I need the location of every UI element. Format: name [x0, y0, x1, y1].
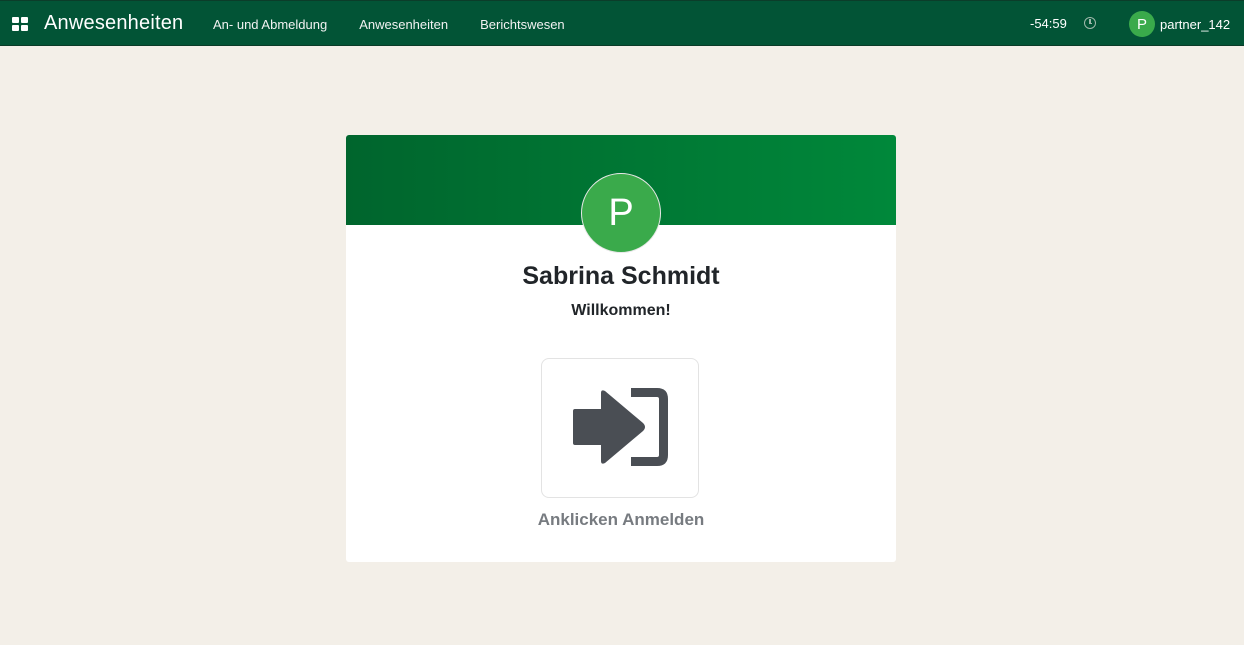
main-menu: An- und Abmeldung Anwesenheiten Berichts…: [197, 1, 581, 47]
menu-item-berichtswesen[interactable]: Berichtswesen: [464, 17, 581, 32]
welcome-message: Willkommen!: [571, 302, 671, 319]
clock-icon[interactable]: [1084, 17, 1096, 29]
attendance-card: P Sabrina Schmidt Willkommen! Anklicken …: [346, 135, 896, 562]
apps-grid-icon[interactable]: [12, 17, 28, 31]
menu-item-anwesenheiten[interactable]: Anwesenheiten: [343, 17, 464, 32]
check-in-button[interactable]: [541, 358, 699, 498]
employee-name: Sabrina Schmidt: [522, 262, 720, 290]
user-avatar: P: [1129, 11, 1155, 37]
sign-in-icon: [573, 388, 668, 466]
menu-item-an-und-abmeldung[interactable]: An- und Abmeldung: [197, 17, 343, 32]
user-menu[interactable]: P partner_142: [1129, 11, 1230, 37]
top-navbar: Anwesenheiten An- und Abmeldung Anwesenh…: [0, 0, 1244, 46]
check-in-label[interactable]: Anklicken Anmelden: [346, 510, 896, 530]
app-title[interactable]: Anwesenheiten: [44, 12, 183, 35]
session-timer: -54:59: [1030, 16, 1067, 31]
employee-avatar: P: [581, 173, 661, 253]
user-name: partner_142: [1160, 16, 1231, 32]
